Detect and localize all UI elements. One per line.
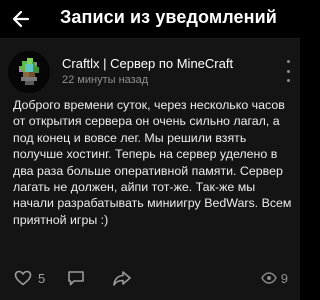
eye-icon [260, 272, 277, 284]
comment-icon [68, 271, 84, 286]
views-count: 9 [280, 270, 288, 286]
page-title: Записи из уведомлений [60, 7, 277, 27]
views-indicator: 9 [260, 270, 288, 286]
more-vertical-icon-dot [286, 69, 290, 73]
like-count: 5 [38, 270, 46, 286]
back-button[interactable] [8, 6, 34, 32]
post-actions: 5 9 [0, 261, 300, 295]
comment-button[interactable] [66, 269, 86, 287]
more-vertical-icon-dot [286, 79, 290, 82]
post-author[interactable]: Craftlx | Сервер по MineCraft [62, 56, 233, 71]
more-options-button[interactable] [282, 60, 294, 82]
post-time: 22 минуты назад [62, 74, 149, 86]
post-card: Craftlx | Сервер по MineCraft 22 минуты … [0, 39, 300, 300]
minecraft-logo-icon [8, 51, 50, 93]
heart-icon [14, 270, 32, 286]
post-text: Доброго времени суток, через несколько ч… [13, 98, 292, 227]
like-button[interactable]: 5 [14, 269, 45, 287]
share-button[interactable] [112, 269, 132, 287]
avatar[interactable] [8, 51, 50, 93]
arrow-left-icon [12, 10, 30, 28]
share-icon [113, 271, 131, 286]
more-vertical-icon [286, 60, 290, 63]
top-bar: Записи из уведомлений [0, 0, 300, 38]
